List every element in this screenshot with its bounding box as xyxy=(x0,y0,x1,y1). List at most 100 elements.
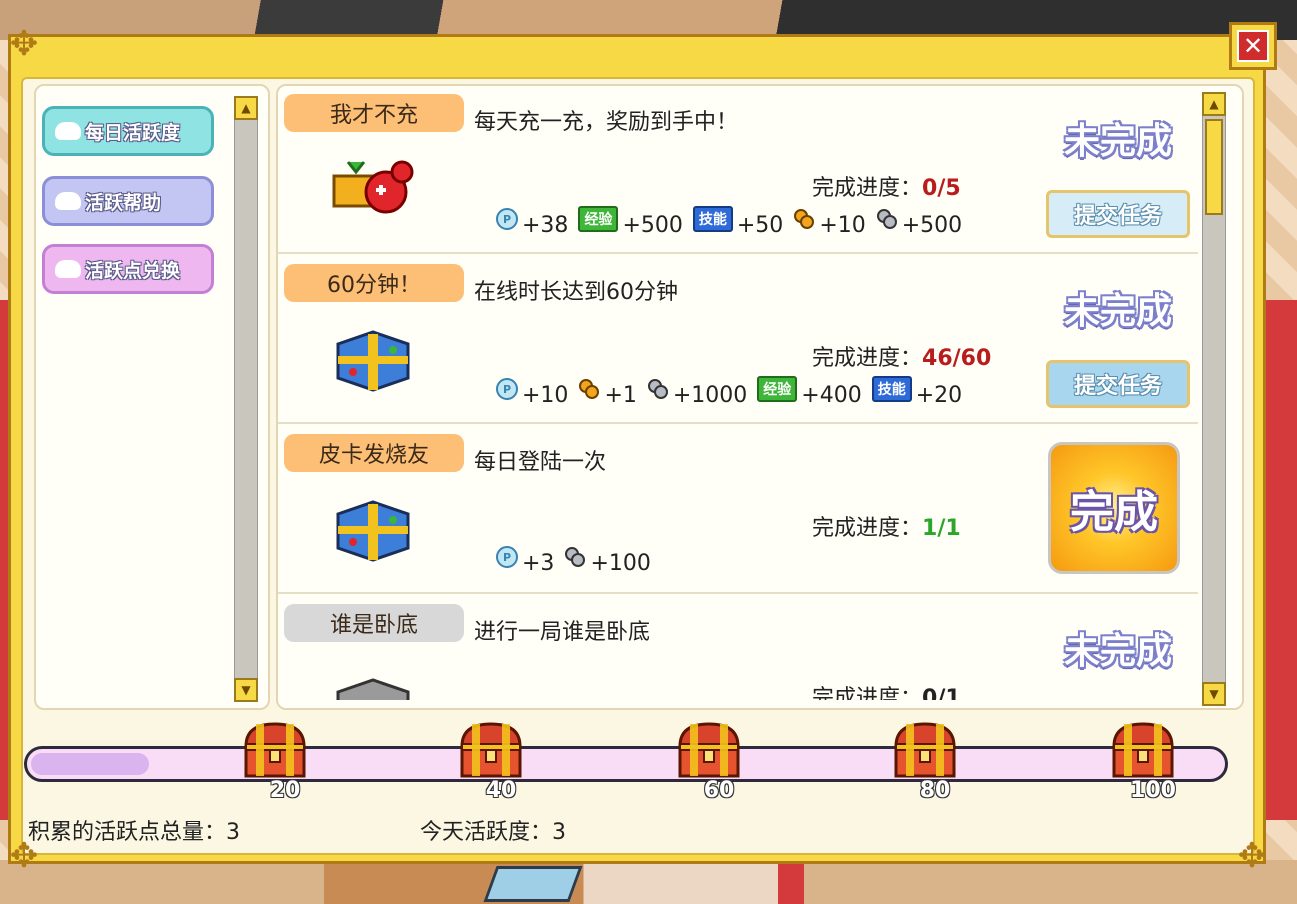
reward-amount: +20 xyxy=(915,383,963,408)
task-row: 60分钟！ 在线时长达到60分钟 完成进度：46/60 P +10 +1 +100… xyxy=(278,256,1198,424)
close-icon: ✕ xyxy=(1237,30,1269,62)
progress-label: 完成进度：0/1 xyxy=(812,680,961,700)
locked-item-icon xyxy=(336,678,410,700)
task-name: 60分钟！ xyxy=(284,264,464,302)
sidebar-item-label: 每日活跃度 xyxy=(85,121,181,144)
reward-amount: +50 xyxy=(736,213,784,238)
progress-value: 46/60 xyxy=(922,346,992,371)
treasure-chest-icon[interactable] xyxy=(242,720,308,780)
fruit-basket-icon xyxy=(332,160,414,214)
reward-list: P +38 经验 +500 技能 +50 +10 +500 xyxy=(496,206,972,238)
reward-list: P +3 +100 xyxy=(496,546,661,576)
task-row: 谁是卧底 进行一局谁是卧底 完成进度：0/1 未完成 xyxy=(278,596,1198,700)
gold-coin-icon xyxy=(794,209,815,229)
reward-item: P +3 xyxy=(496,546,554,576)
complete-badge[interactable]: 完成 xyxy=(1048,442,1180,574)
task-name: 谁是卧底 xyxy=(284,604,464,642)
progress-caption: 完成进度： xyxy=(812,516,923,541)
task-description: 每天充一充，奖励到手中！ xyxy=(474,110,739,135)
sidebar-item-activity-help[interactable]: 活跃帮助 xyxy=(42,176,214,226)
background-table xyxy=(483,866,583,902)
corner-ornament-icon: ✥ xyxy=(1237,836,1267,876)
reward-amount: +38 xyxy=(522,213,569,238)
silver-coin-icon xyxy=(876,209,897,229)
task-panel: 我才不充 每天充一充，奖励到手中！ 完成进度：0/5 P +38 经验 +500 技… xyxy=(276,84,1244,710)
reward-item: +100 xyxy=(564,546,651,576)
reward-amount: +10 xyxy=(819,213,866,238)
skill-icon: 技能 xyxy=(692,206,733,232)
milestone-label: 80 xyxy=(919,778,951,803)
activity-progress-fill xyxy=(31,753,149,775)
progress-value: 0/5 xyxy=(922,176,961,201)
reward-amount: +500 xyxy=(622,213,683,238)
reward-item: +10 xyxy=(793,208,866,238)
reward-item: +1 xyxy=(578,378,637,408)
today-activity-label: 今天活跃度：3 xyxy=(420,820,566,845)
activity-point-icon: P xyxy=(496,378,518,400)
cloud-icon xyxy=(55,192,81,210)
reward-amount: +1000 xyxy=(672,383,748,408)
reward-item: 技能 +50 xyxy=(692,206,784,238)
progress-caption: 完成进度： xyxy=(812,686,923,700)
scroll-thumb[interactable] xyxy=(1205,119,1223,215)
reward-amount: +100 xyxy=(590,551,651,576)
progress-label: 完成进度：1/1 xyxy=(812,510,961,542)
milestone-label: 60 xyxy=(703,778,735,803)
scroll-down-icon[interactable]: ▼ xyxy=(234,678,258,702)
progress-value: 1/1 xyxy=(922,516,961,541)
task-name: 我才不充 xyxy=(284,94,464,132)
close-button[interactable]: ✕ xyxy=(1229,22,1277,70)
sidebar-item-label: 活跃帮助 xyxy=(85,191,162,214)
progress-caption: 完成进度： xyxy=(812,176,923,201)
milestone-label: 20 xyxy=(269,778,301,803)
reward-amount: +1 xyxy=(604,383,637,408)
activity-progress-bar xyxy=(24,746,1228,782)
activity-point-icon: P xyxy=(496,208,518,230)
task-name: 皮卡发烧友 xyxy=(284,434,464,472)
silver-coin-icon xyxy=(565,547,586,567)
task-list: 我才不充 每天充一充，奖励到手中！ 完成进度：0/5 P +38 经验 +500 技… xyxy=(278,86,1198,700)
submit-task-button[interactable]: 提交任务 xyxy=(1046,190,1190,238)
sidebar-item-point-exchange[interactable]: 活跃点兑换 xyxy=(42,244,214,294)
task-row: 皮卡发烧友 每日登陆一次 完成进度：1/1 P +3 +100 完成 xyxy=(278,426,1198,594)
exp-icon: 经验 xyxy=(757,376,798,402)
milestone-label: 100 xyxy=(1130,778,1176,803)
treasure-chest-icon[interactable] xyxy=(892,720,958,780)
cloud-icon xyxy=(55,122,81,140)
treasure-chest-icon[interactable] xyxy=(458,720,524,780)
progress-label: 完成进度：0/5 xyxy=(812,170,961,202)
treasure-chest-icon[interactable] xyxy=(1110,720,1176,780)
reward-item: +1000 xyxy=(647,378,747,408)
progress-value: 0/1 xyxy=(922,686,961,700)
category-sidebar: 每日活跃度 活跃帮助 活跃点兑换 ▲ ▼ xyxy=(34,84,270,710)
task-scrollbar[interactable]: ▲ ▼ xyxy=(1202,92,1226,706)
task-description: 每日登陆一次 xyxy=(474,450,607,475)
gift-box-icon xyxy=(336,500,410,562)
gold-coin-icon xyxy=(579,379,600,399)
scroll-up-icon[interactable]: ▲ xyxy=(234,96,258,120)
scroll-down-icon[interactable]: ▼ xyxy=(1202,682,1226,706)
skill-icon: 技能 xyxy=(871,376,912,402)
status-incomplete: 未完成 xyxy=(1063,291,1172,332)
corner-ornament-icon: ✥ xyxy=(9,24,39,64)
submit-task-button[interactable]: 提交任务 xyxy=(1046,360,1190,408)
total-activity-label: 积累的活跃点总量：3 xyxy=(28,820,240,845)
exp-icon: 经验 xyxy=(578,206,619,232)
reward-item: 经验 +400 xyxy=(757,376,862,408)
cloud-icon xyxy=(55,260,81,278)
silver-coin-icon xyxy=(647,379,668,399)
treasure-chest-icon[interactable] xyxy=(676,720,742,780)
milestone-label: 40 xyxy=(485,778,517,803)
status-incomplete: 未完成 xyxy=(1063,631,1172,672)
reward-amount: +500 xyxy=(901,213,963,238)
sidebar-item-daily-activity[interactable]: 每日活跃度 xyxy=(42,106,214,156)
sidebar-scrollbar[interactable]: ▲ ▼ xyxy=(234,96,258,702)
gift-box-icon xyxy=(336,330,410,392)
progress-caption: 完成进度： xyxy=(812,346,923,371)
reward-list: P +10 +1 +1000 经验 +400 技能 +20 xyxy=(496,376,972,408)
activity-point-icon: P xyxy=(496,546,518,568)
scroll-up-icon[interactable]: ▲ xyxy=(1202,92,1226,116)
task-description: 进行一局谁是卧底 xyxy=(474,620,651,645)
reward-item: P +38 xyxy=(496,208,568,238)
reward-item: 经验 +500 xyxy=(578,206,683,238)
